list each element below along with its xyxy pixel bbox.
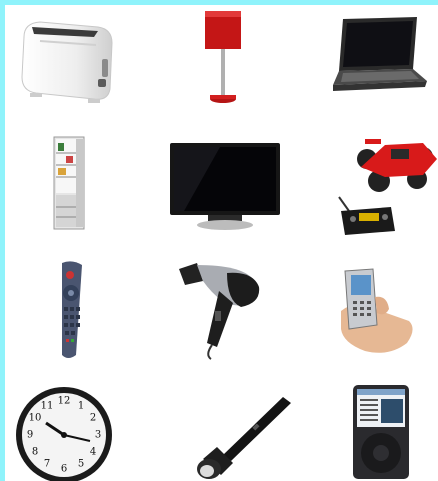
rc-car-icon	[338, 139, 437, 235]
clock-numeral: 8	[32, 447, 38, 458]
clock-numeral: 2	[90, 413, 96, 424]
flashlight-tile	[157, 371, 297, 481]
mobile-phone-icon	[341, 268, 413, 353]
laptop-icon	[333, 17, 427, 91]
flat-tv-tile	[160, 129, 300, 247]
clock-numeral: 3	[95, 430, 101, 441]
mp3-player-icon	[353, 385, 409, 479]
table-lamp-tile	[153, 7, 293, 125]
mobile-phone-tile	[305, 251, 438, 369]
table-lamp-icon	[205, 11, 241, 103]
clock-numeral: 9	[27, 430, 33, 441]
clock-numeral: 12	[58, 396, 71, 407]
toaster-tile	[10, 7, 150, 125]
clock-numeral: 10	[29, 413, 42, 424]
wall-clock-icon: 12 1 2 3 4 5 6 7 8 9 10 11	[16, 387, 112, 481]
hair-dryer-icon	[179, 263, 260, 360]
hair-dryer-tile	[157, 251, 297, 369]
clock-numeral: 11	[41, 401, 54, 412]
refrigerator-tile	[10, 129, 150, 247]
flat-tv-icon	[170, 143, 280, 230]
wall-clock-tile: 12 1 2 3 4 5 6 7 8 9 10 11	[10, 371, 150, 481]
remote-control-icon	[62, 261, 82, 358]
refrigerator-icon	[53, 136, 85, 230]
clock-numeral: 1	[78, 401, 84, 412]
toaster-icon	[21, 21, 113, 103]
clock-numeral: 6	[61, 464, 67, 475]
image-grid: 12 1 2 3 4 5 6 7 8 9 10 11	[5, 5, 438, 481]
flashlight-icon	[197, 397, 291, 479]
clock-numeral: 7	[44, 459, 50, 470]
laptop-tile	[305, 7, 438, 125]
rc-car-tile	[305, 129, 438, 247]
clock-numeral: 4	[90, 447, 96, 458]
clock-numeral: 5	[78, 459, 84, 470]
mp3-player-tile	[305, 371, 438, 481]
remote-control-tile	[10, 251, 150, 369]
